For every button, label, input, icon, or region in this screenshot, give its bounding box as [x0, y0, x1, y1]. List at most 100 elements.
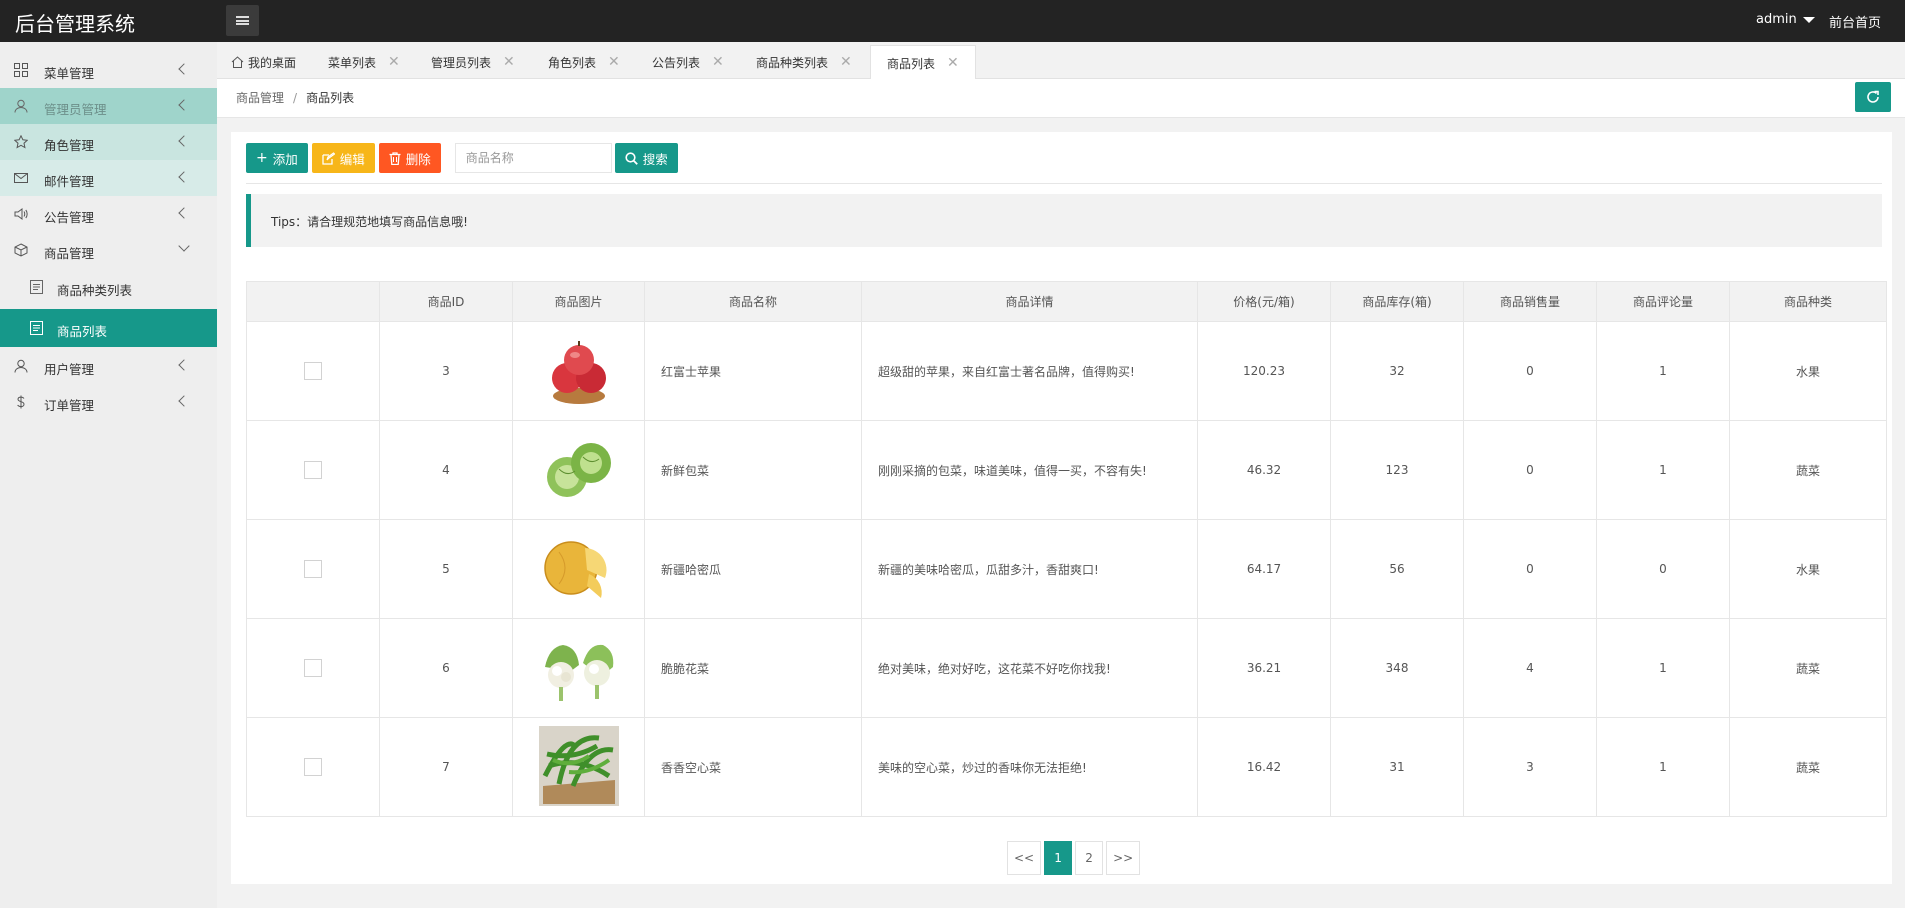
- water-spinach-image: [538, 725, 619, 806]
- page-2-button[interactable]: 2: [1075, 841, 1104, 875]
- row-checkbox[interactable]: [304, 461, 322, 479]
- price-cell: 64.17: [1197, 519, 1331, 619]
- category-cell: 蔬菜: [1729, 420, 1887, 520]
- tab-role-list[interactable]: 角色列表 ✕: [548, 45, 620, 79]
- plus-icon: +: [256, 150, 268, 166]
- sidebar-item-mail[interactable]: 邮件管理: [0, 160, 217, 196]
- sidebar-item-goods[interactable]: 商品管理: [0, 232, 217, 268]
- product-name-search-input[interactable]: [454, 143, 612, 173]
- sidebar-item-label: 公告管理: [44, 210, 95, 225]
- table-row[interactable]: 4 新鲜包菜 刚刚采摘的包菜，味道美味，值得一买，不容有失! 46.32 123…: [246, 420, 1887, 520]
- close-icon[interactable]: ✕: [712, 54, 724, 70]
- category-cell: 蔬菜: [1729, 717, 1887, 817]
- prev-page-button[interactable]: <<: [1007, 841, 1042, 875]
- sidebar-item-notice[interactable]: 公告管理: [0, 196, 217, 232]
- refresh-button[interactable]: [1855, 82, 1891, 112]
- row-checkbox[interactable]: [304, 758, 322, 776]
- category-cell: 水果: [1729, 321, 1887, 421]
- id-cell: 3: [379, 321, 513, 421]
- add-button-label: 添加: [272, 151, 298, 167]
- comments-cell: 0: [1596, 519, 1730, 619]
- tips-banner: Tips：请合理规范地填写商品信息哦!: [246, 194, 1882, 247]
- tab-menu-list[interactable]: 菜单列表 ✕: [328, 45, 400, 79]
- sales-cell: 0: [1463, 420, 1597, 520]
- table-row[interactable]: 3 红富士苹果 超级甜的苹果，来自红富士著名品牌，值得购买! 120.23 32…: [246, 321, 1887, 421]
- column-header-category: 商品种类: [1729, 281, 1887, 322]
- tab-label: 我的桌面: [248, 55, 297, 70]
- sidebar-item-admins[interactable]: 管理员管理: [0, 88, 217, 124]
- sidebar-item-roles[interactable]: 角色管理: [0, 124, 217, 160]
- tab-label: 公告列表: [652, 55, 701, 70]
- tab-notice-list[interactable]: 公告列表 ✕: [652, 45, 724, 79]
- tab-label: 商品列表: [887, 56, 936, 71]
- close-icon[interactable]: ✕: [388, 54, 400, 70]
- tips-text: Tips：请合理规范地填写商品信息哦!: [271, 215, 468, 229]
- cabbage-image: [546, 442, 611, 497]
- breadcrumb-parent[interactable]: 商品管理: [236, 91, 284, 105]
- delete-button[interactable]: 删除: [378, 143, 441, 173]
- grid-icon: [14, 63, 28, 77]
- image-cell: [512, 618, 645, 718]
- caret-down-icon: [1802, 16, 1815, 23]
- page-1-button[interactable]: 1: [1044, 841, 1073, 875]
- toolbar: +添加 编辑 删除 搜索: [246, 143, 682, 173]
- close-icon[interactable]: ✕: [947, 55, 959, 71]
- sales-cell: 0: [1463, 321, 1597, 421]
- tab-goods-category-list[interactable]: 商品种类列表 ✕: [756, 45, 852, 79]
- frontend-home-link[interactable]: 前台首页: [1829, 12, 1881, 31]
- row-checkbox[interactable]: [304, 560, 322, 578]
- tab-desktop[interactable]: 我的桌面: [231, 45, 296, 79]
- row-checkbox[interactable]: [304, 659, 322, 677]
- star-icon: [14, 135, 28, 149]
- add-button[interactable]: + 添加: [246, 143, 308, 173]
- sidebar-item-label: 角色管理: [44, 138, 95, 153]
- row-checkbox[interactable]: [304, 362, 322, 380]
- sidebar-item-goods-list[interactable]: 商品列表: [0, 309, 217, 347]
- table-row[interactable]: 5 新疆哈密瓜 新疆的美味哈密瓜，瓜甜多汁，香甜爽口! 64.17 56 0 0…: [246, 519, 1887, 619]
- close-icon[interactable]: ✕: [840, 54, 852, 70]
- sidebar-item-goods-category[interactable]: 商品种类列表: [0, 268, 217, 306]
- select-cell: [246, 717, 380, 817]
- table-row[interactable]: 6 脆脆花菜 绝对美味，绝对好吃，这花菜不好吃你找我! 36.21 348 4 …: [246, 618, 1887, 718]
- tab-label: 角色列表: [548, 55, 597, 70]
- menu-toggle-button[interactable]: [226, 5, 259, 36]
- apple-image: [551, 340, 606, 404]
- table-row[interactable]: 7 香香空心菜 美味的空心菜，炒过的香味你无法拒绝! 16.42 31 3 1 …: [246, 717, 1887, 817]
- price-cell: 120.23: [1197, 321, 1331, 421]
- image-cell: [512, 321, 645, 421]
- chevron-left-icon: [178, 99, 190, 111]
- tab-goods-list[interactable]: 商品列表 ✕: [870, 45, 976, 80]
- column-header-id: 商品ID: [379, 281, 513, 322]
- next-page-button[interactable]: >>: [1106, 841, 1141, 875]
- comments-cell: 1: [1596, 618, 1730, 718]
- name-cell: 香香空心菜: [644, 717, 862, 817]
- chevron-left-icon: [178, 207, 190, 219]
- column-header-stock: 商品库存(箱): [1330, 281, 1464, 322]
- close-icon[interactable]: ✕: [503, 54, 515, 70]
- sidebar-item-label: 商品列表: [57, 324, 108, 339]
- tab-admin-list[interactable]: 管理员列表 ✕: [431, 45, 515, 79]
- username: admin: [1756, 12, 1797, 27]
- edit-button[interactable]: 编辑: [311, 143, 375, 173]
- sidebar-item-label: 邮件管理: [44, 174, 95, 189]
- breadcrumb: 商品管理 / 商品列表: [236, 89, 354, 106]
- search-button[interactable]: 搜索: [614, 143, 678, 173]
- dollar-icon: [17, 395, 25, 409]
- sidebar-item-orders[interactable]: 订单管理: [0, 384, 217, 420]
- stock-cell: 348: [1330, 618, 1464, 718]
- stock-cell: 31: [1330, 717, 1464, 817]
- refresh-icon: [1867, 90, 1879, 103]
- detail-cell: 绝对美味，绝对好吃，这花菜不好吃你找我!: [861, 618, 1198, 718]
- close-icon[interactable]: ✕: [608, 54, 620, 70]
- column-header-detail: 商品详情: [861, 281, 1198, 322]
- sidebar-item-label: 商品管理: [44, 246, 95, 261]
- breadcrumb-current: 商品列表: [306, 91, 355, 105]
- chevron-down-icon: [178, 240, 190, 252]
- column-header-price: 价格(元/箱): [1197, 281, 1331, 322]
- user-menu[interactable]: admin: [1756, 12, 1815, 27]
- category-cell: 水果: [1729, 519, 1887, 619]
- select-cell: [246, 519, 380, 619]
- sidebar-item-users[interactable]: 用户管理: [0, 348, 217, 384]
- sidebar-item-menu[interactable]: 菜单管理: [0, 52, 217, 88]
- chevron-left-icon: [178, 171, 190, 183]
